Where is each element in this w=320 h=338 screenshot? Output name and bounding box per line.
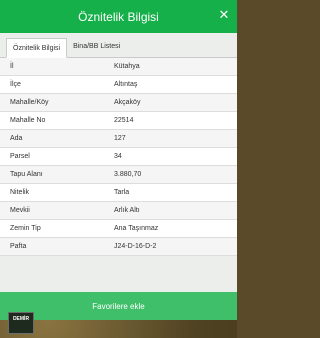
attribute-key: İl [10, 63, 14, 70]
attribute-key: Ada [10, 135, 23, 142]
attribute-key: İlçe [10, 81, 21, 88]
attribute-value: 34 [114, 153, 122, 160]
table-row: Nitelik Tarla [0, 184, 237, 202]
table-row: Ada 127 [0, 130, 237, 148]
panel-header: Öznitelik Bilgisi ✕ [0, 0, 237, 33]
table-row: Parsel 34 [0, 148, 237, 166]
attribute-key: Mahalle No [10, 117, 46, 124]
attribute-value: Altıntaş [114, 81, 138, 88]
table-row: İlçe Altıntaş [0, 76, 237, 94]
attribute-value: Akçaköy [114, 99, 141, 106]
attribute-value: 3.880,70 [114, 171, 142, 178]
table-row: Zemin Tip Ana Taşınmaz [0, 220, 237, 238]
attribute-value: J24-D-16-D-2 [114, 243, 157, 250]
attribute-key: Tapu Alanı [10, 171, 43, 178]
attribute-key: Pafta [10, 243, 27, 250]
attribute-value: 127 [114, 135, 126, 142]
attribute-key: Zemin Tip [10, 225, 41, 232]
attribute-value: Tarla [114, 189, 130, 196]
attribute-key: Mevkii [10, 207, 30, 214]
add-to-favorites-button[interactable]: Favorilere ekle [0, 292, 237, 320]
attribute-value: Arlık Altı [114, 207, 140, 214]
attribute-value: Ana Taşınmaz [114, 225, 159, 232]
table-row: Tapu Alanı 3.880,70 [0, 166, 237, 184]
table-row: Mahalle No 22514 [0, 112, 237, 130]
attribute-key: Nitelik [10, 189, 30, 196]
add-to-favorites-label: Favorilere ekle [92, 301, 145, 311]
tab-bar: Öznitelik Bilgisi Bina/BB Listesi [0, 33, 237, 58]
attribute-value: 22514 [114, 117, 134, 124]
attribute-value: Kütahya [114, 63, 140, 70]
close-icon[interactable]: ✕ [217, 8, 231, 22]
tab-bina-bb-listesi[interactable]: Bina/BB Listesi [67, 37, 126, 57]
table-row: Pafta J24-D-16-D-2 [0, 238, 237, 256]
attribute-key: Mahalle/Köy [10, 99, 49, 106]
tab-oznitelik-bilgisi[interactable]: Öznitelik Bilgisi [6, 38, 68, 58]
brand-logo: DEMİR [8, 312, 34, 334]
table-row: İl Kütahya [0, 58, 237, 76]
table-row: Mahalle/Köy Akçaköy [0, 94, 237, 112]
attribute-panel: Öznitelik Bilgisi ✕ Öznitelik Bilgisi Bi… [0, 0, 237, 320]
logo-text: DEMİR [12, 316, 30, 322]
panel-title: Öznitelik Bilgisi [78, 9, 159, 24]
attribute-table: İl Kütahya İlçe Altıntaş Mahalle/Köy Akç… [0, 58, 237, 256]
table-row: Mevkii Arlık Altı [0, 202, 237, 220]
attribute-key: Parsel [10, 153, 30, 160]
